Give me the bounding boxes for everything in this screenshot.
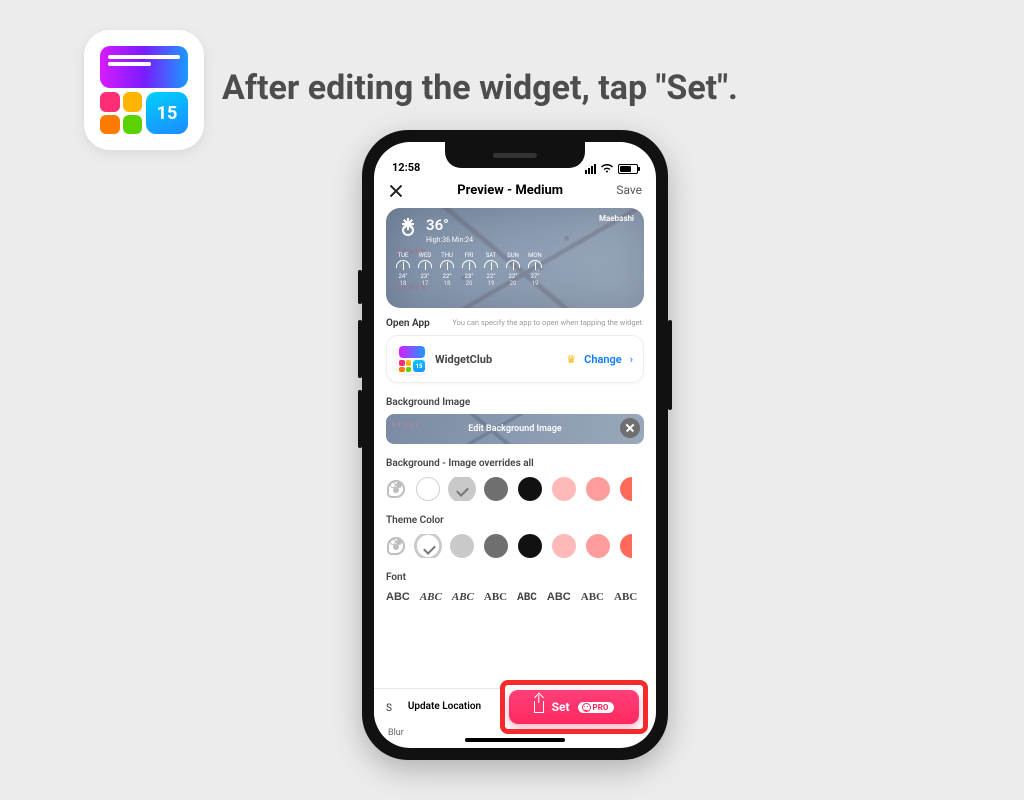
cellular-icon xyxy=(585,164,596,174)
forecast-day: FRI23°20 xyxy=(462,252,476,287)
font-row: ABC ABC ABC ABC ABC ABC ABC ABC xyxy=(386,591,644,604)
wifi-icon xyxy=(600,163,614,174)
set-button-highlight: Set PRO xyxy=(500,680,648,734)
clear-bg-image-icon[interactable] xyxy=(620,418,640,438)
edit-bg-image-label: Edit Background Image xyxy=(468,424,561,434)
forecast-day: SAT22°19 xyxy=(484,252,498,287)
widget-preview-card[interactable]: Maebashi 36° High xyxy=(386,208,644,308)
font-option[interactable]: ABC xyxy=(547,591,571,603)
pro-badge: PRO xyxy=(578,702,615,713)
color-swatch[interactable] xyxy=(484,477,508,501)
bg-color-row xyxy=(386,477,644,501)
font-option[interactable]: ABC xyxy=(386,591,410,603)
icon-badge-15: 15 xyxy=(146,92,188,134)
set-label: Set xyxy=(552,700,570,714)
open-app-help: You can specify the app to open when tap… xyxy=(440,318,644,327)
tutorial-app-icon: 15 xyxy=(84,30,204,150)
open-app-card[interactable]: 15 WidgetClub ♛ Change › xyxy=(386,335,644,383)
widget-hilo: High:36 Min:24 xyxy=(426,236,473,244)
phone-notch xyxy=(445,142,585,168)
theme-color-row xyxy=(386,534,644,558)
change-app-button[interactable]: Change xyxy=(584,353,622,366)
share-icon xyxy=(534,701,544,713)
palette-icon[interactable] xyxy=(386,479,406,499)
section-bg-color: Background - Image overrides all xyxy=(386,458,644,469)
section-bg-image: Background Image xyxy=(386,397,644,408)
color-swatch[interactable] xyxy=(620,477,632,501)
phone-mockup: 12:58 Preview - Medium Save Maebashi xyxy=(362,130,668,760)
close-icon[interactable] xyxy=(388,182,404,198)
color-swatch[interactable] xyxy=(518,534,542,558)
update-location-button[interactable]: Update Location xyxy=(374,688,515,724)
palette-icon[interactable] xyxy=(386,536,406,556)
color-swatch[interactable] xyxy=(620,534,632,558)
page-title: Preview - Medium xyxy=(457,183,563,198)
cutoff-letter: S xyxy=(386,703,392,714)
color-swatch[interactable] xyxy=(586,534,610,558)
open-app-name: WidgetClub xyxy=(435,353,558,366)
home-indicator xyxy=(465,738,565,742)
forecast-day: SUN22°20 xyxy=(506,252,520,287)
update-location-label: Update Location xyxy=(408,701,481,712)
widget-forecast-row: TUE24°18 WED23°17 THU22°18 FRI23°20 SAT22°19… xyxy=(396,252,634,287)
font-option[interactable]: ABC xyxy=(581,591,604,603)
crown-icon: ♛ xyxy=(566,353,576,366)
color-swatch[interactable] xyxy=(416,477,440,501)
color-swatch[interactable] xyxy=(552,534,576,558)
status-time: 12:58 xyxy=(392,161,420,174)
font-option[interactable]: ABC xyxy=(517,592,537,604)
font-option[interactable]: ABC xyxy=(484,591,507,603)
section-font: Font xyxy=(386,572,644,583)
section-blur: Blur xyxy=(388,728,404,738)
sun-icon xyxy=(396,218,420,242)
battery-icon xyxy=(618,164,638,174)
widgetclub-mini-icon: 15 xyxy=(397,344,427,374)
chevron-right-icon: › xyxy=(630,353,633,366)
pro-face-icon xyxy=(582,703,591,712)
forecast-day: MON27°19 xyxy=(528,252,542,287)
color-swatch[interactable] xyxy=(586,477,610,501)
forecast-day: WED23°17 xyxy=(418,252,432,287)
color-swatch[interactable] xyxy=(416,534,440,558)
forecast-day: TUE24°18 xyxy=(396,252,410,287)
color-swatch[interactable] xyxy=(450,534,474,558)
color-swatch[interactable] xyxy=(484,534,508,558)
color-swatch[interactable] xyxy=(552,477,576,501)
set-button[interactable]: Set PRO xyxy=(509,690,639,724)
widget-temp: 36° xyxy=(426,216,473,234)
color-swatch[interactable] xyxy=(518,477,542,501)
widgetclub-icon: 15 xyxy=(100,46,188,134)
forecast-day: THU22°18 xyxy=(440,252,454,287)
instruction-headline: After editing the widget, tap "Set". xyxy=(222,68,738,108)
color-swatch[interactable] xyxy=(450,477,474,501)
font-option[interactable]: ABC xyxy=(614,591,637,603)
save-button[interactable]: Save xyxy=(616,183,642,197)
font-option[interactable]: ABC xyxy=(452,591,474,603)
edit-bg-image-button[interactable]: STUDY Edit Background Image xyxy=(386,414,644,444)
font-option[interactable]: ABC xyxy=(420,591,442,603)
section-theme-color: Theme Color xyxy=(386,515,644,526)
section-open-app: Open App xyxy=(386,318,430,329)
